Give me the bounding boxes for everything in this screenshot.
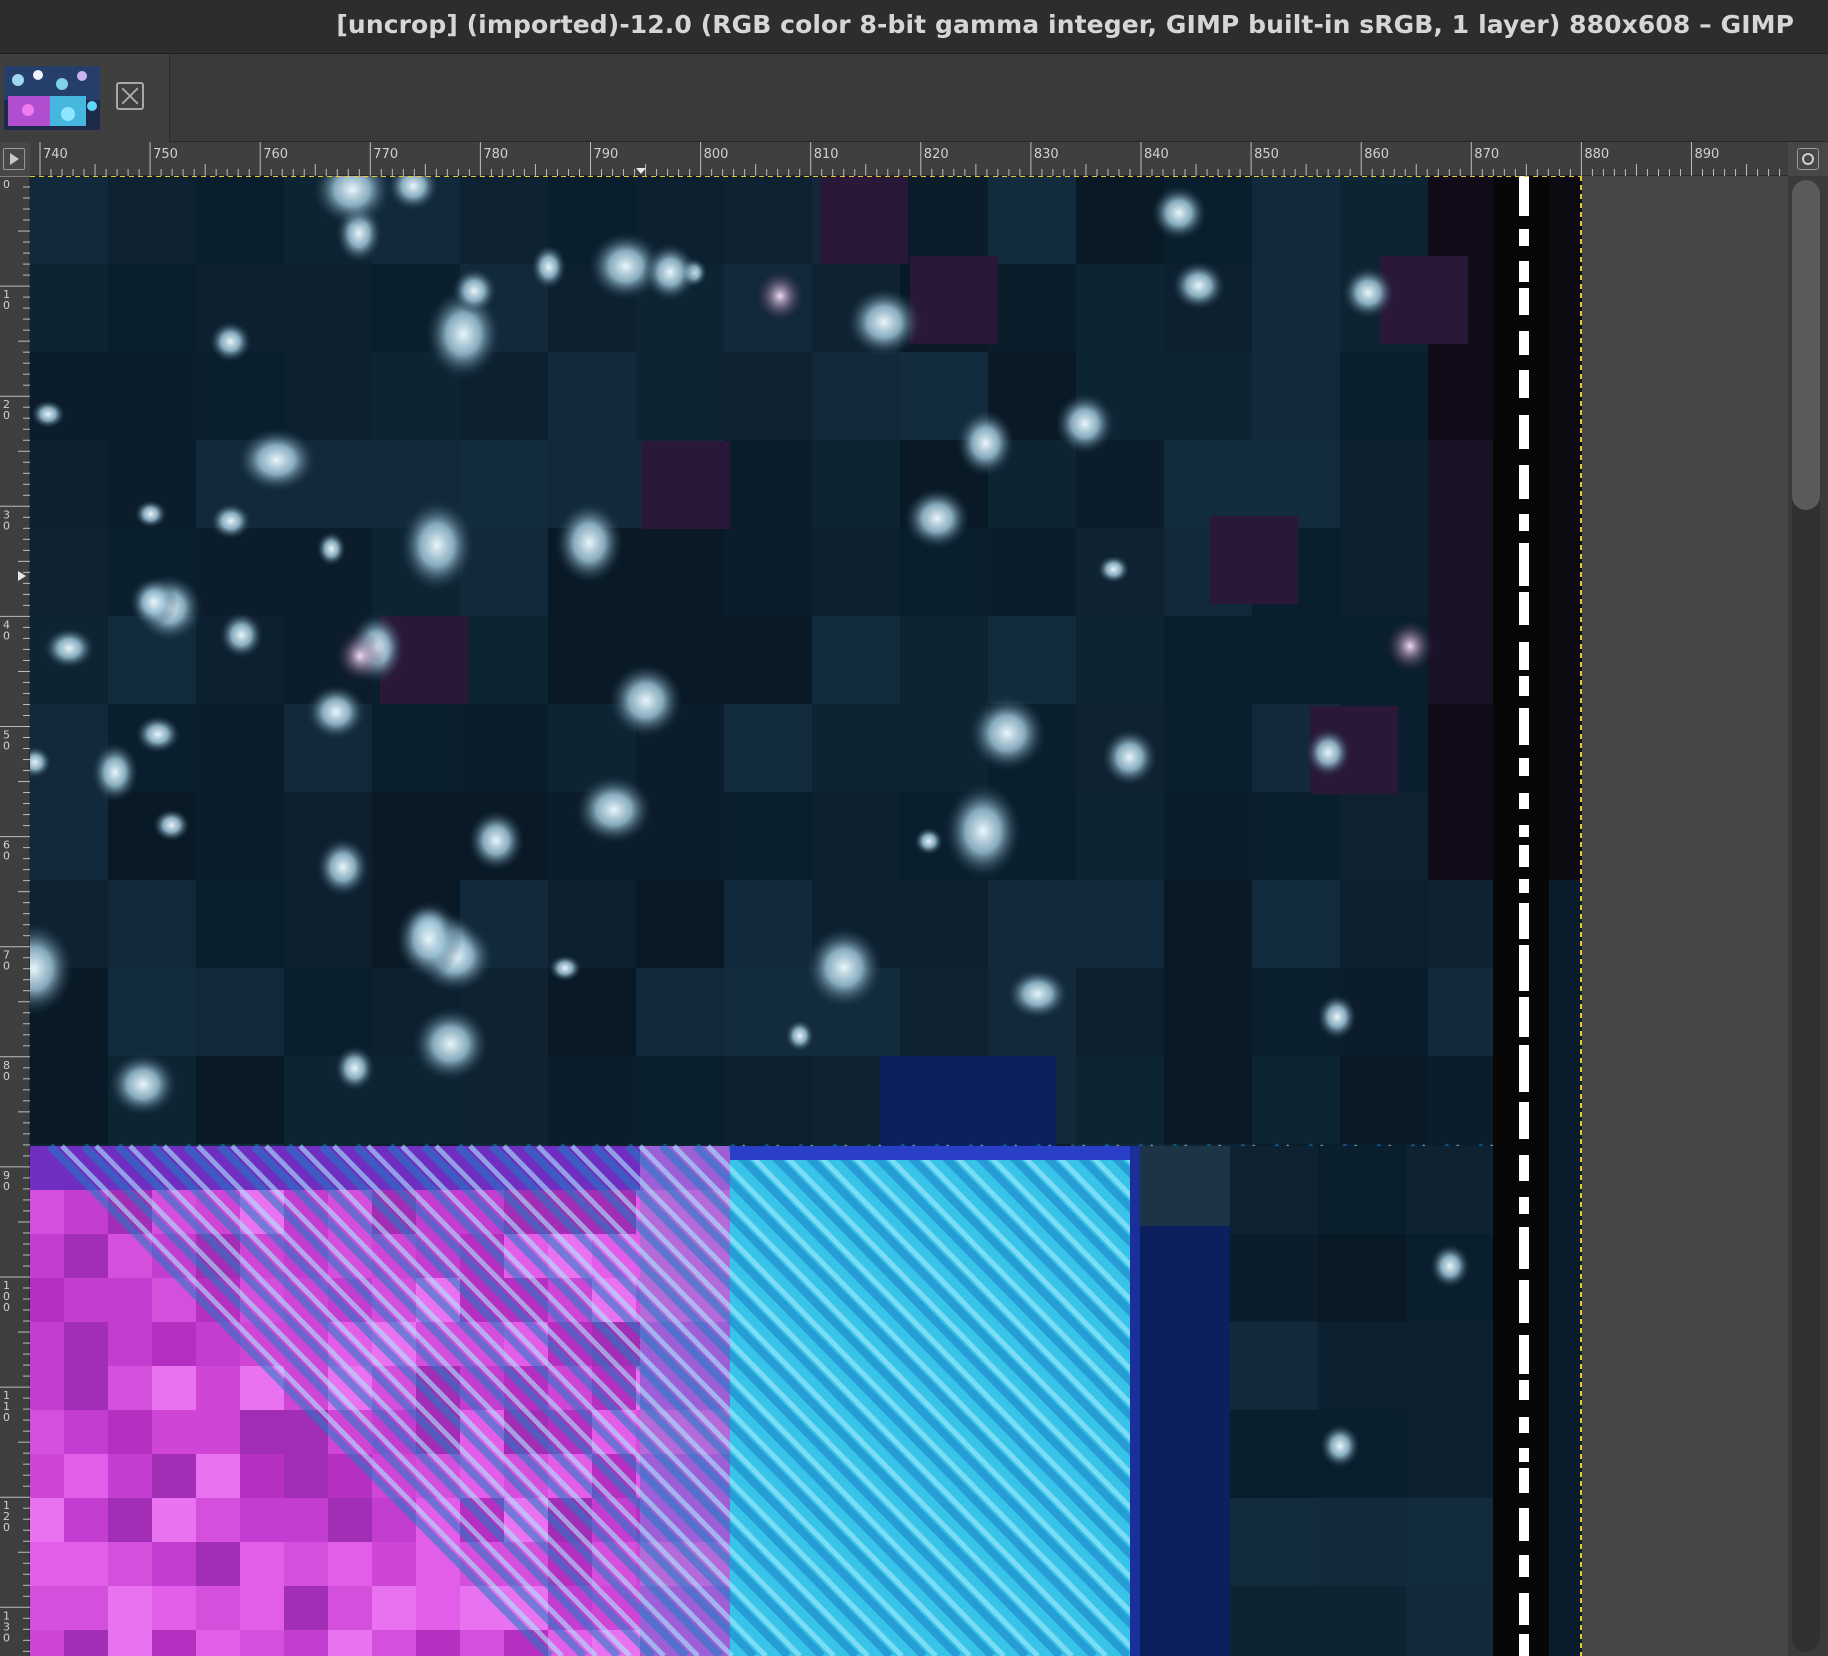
- horizontal-ruler[interactable]: 740 750 760 770 780 790 800 810 820 830 840 850 860 8…: [30, 142, 1788, 176]
- hruler-label: 800: [704, 147, 729, 162]
- navigate-icon: [3, 148, 25, 170]
- hruler-label: 820: [924, 147, 949, 162]
- vruler-label: 0: [3, 409, 10, 422]
- navigate-button[interactable]: [0, 142, 30, 176]
- hruler-label: 740: [43, 147, 68, 162]
- image-tab[interactable]: [0, 54, 170, 142]
- vruler-label: 0: [3, 1521, 10, 1534]
- window-title: [uncrop] (imported)-12.0 (RGB color 8-bi…: [336, 10, 1794, 39]
- zoom-button[interactable]: [1788, 142, 1828, 176]
- hruler-label: 780: [483, 147, 508, 162]
- image-content[interactable]: [30, 176, 1788, 1656]
- vertical-ruler[interactable]: 0102030405060708090100110120130: [0, 176, 30, 1656]
- vruler-label: 0: [3, 960, 10, 973]
- vruler-label: 0: [3, 740, 10, 753]
- horizontal-ruler-scale: 740 750 760 770 780 790 800 810 820 830 840 850 860 8…: [30, 142, 1788, 176]
- hruler-label: 840: [1144, 147, 1169, 162]
- hruler-label: 860: [1364, 147, 1389, 162]
- hruler-label: 810: [814, 147, 839, 162]
- close-icon[interactable]: [116, 82, 144, 110]
- hruler-label: 850: [1254, 147, 1279, 162]
- hruler-label: 790: [594, 147, 619, 162]
- vruler-label: 0: [3, 299, 10, 312]
- vruler-label: 0: [3, 1070, 10, 1083]
- image-tab-bar: [0, 54, 1828, 142]
- vruler-label: 0: [3, 1631, 10, 1644]
- hruler-label: 760: [263, 147, 288, 162]
- image-thumbnail[interactable]: [4, 66, 100, 130]
- vruler-label: 0: [3, 629, 10, 642]
- hruler-label: 750: [153, 147, 178, 162]
- hruler-label: 890: [1695, 147, 1720, 162]
- vruler-label: 0: [3, 519, 10, 532]
- hruler-label: 870: [1474, 147, 1499, 162]
- vruler-label: 0: [3, 1301, 10, 1314]
- scrollbar-thumb[interactable]: [1792, 180, 1820, 510]
- vruler-label: 0: [3, 178, 10, 191]
- vertical-ruler-scale: 0102030405060708090100110120130: [0, 176, 30, 1656]
- vruler-label: 0: [3, 1180, 10, 1193]
- hruler-label: 770: [373, 147, 398, 162]
- vertical-scrollbar[interactable]: [1788, 176, 1828, 1656]
- title-bar: [uncrop] (imported)-12.0 (RGB color 8-bi…: [0, 0, 1828, 54]
- image-canvas[interactable]: [30, 176, 1788, 1656]
- hruler-label: 880: [1584, 147, 1609, 162]
- zoom-icon: [1797, 148, 1819, 170]
- vruler-label: 0: [3, 850, 10, 863]
- vruler-label: 0: [3, 1411, 10, 1424]
- hruler-label: 830: [1034, 147, 1059, 162]
